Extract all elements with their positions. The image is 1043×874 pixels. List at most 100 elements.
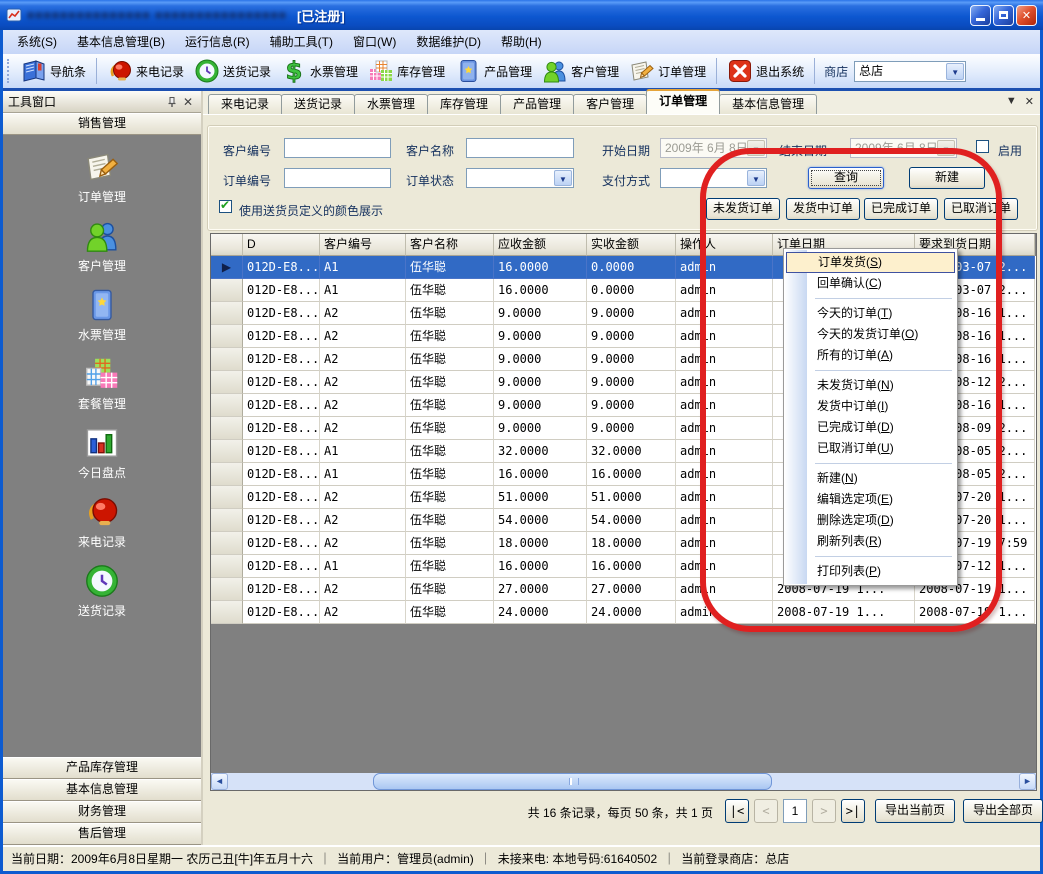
maximize-button[interactable]: [993, 5, 1014, 26]
sidebar-item-combo-grid[interactable]: 套餐管理: [3, 356, 201, 412]
query-button[interactable]: 查询: [808, 167, 884, 189]
prev-page-button[interactable]: <: [754, 799, 778, 823]
row-selector[interactable]: [211, 555, 243, 578]
end-date-picker[interactable]: 2009年 6月 8日 ▼: [850, 138, 957, 158]
toolbar-button-customers[interactable]: 客户管理: [537, 56, 624, 86]
row-selector[interactable]: [211, 578, 243, 601]
cancelled-orders-button[interactable]: 已取消订单: [944, 198, 1018, 220]
row-selector[interactable]: [211, 348, 243, 371]
tab-5[interactable]: 客户管理: [573, 94, 647, 114]
toolbar-button-order-pen[interactable]: 订单管理: [624, 56, 711, 86]
context-menu-item-14[interactable]: 删除选定项(D): [785, 510, 956, 531]
row-selector[interactable]: [211, 509, 243, 532]
completed-orders-button[interactable]: 已完成订单: [864, 198, 938, 220]
tab-list-dropdown-icon[interactable]: ▼: [1006, 95, 1017, 108]
page-number-input[interactable]: [783, 799, 807, 823]
horizontal-scrollbar[interactable]: ◄ ►: [211, 773, 1036, 790]
context-menu-item-8[interactable]: 发货中订单(I): [785, 396, 956, 417]
menubar-item-4[interactable]: 窗口(W): [343, 31, 406, 53]
sidebar-item-chart[interactable]: 今日盘点: [3, 425, 201, 481]
context-menu-item-15[interactable]: 刷新列表(R): [785, 531, 956, 552]
tab-close-icon[interactable]: ✕: [1025, 95, 1034, 108]
toolbar-button-bell[interactable]: 来电记录: [102, 56, 189, 86]
context-menu-item-1[interactable]: 回单确认(C): [785, 273, 956, 294]
column-header-received-amount[interactable]: 实收金额: [587, 234, 676, 256]
context-menu-item-3[interactable]: 今天的订单(T): [785, 303, 956, 324]
tab-4[interactable]: 产品管理: [500, 94, 574, 114]
column-header-operator[interactable]: 操作人: [676, 234, 773, 256]
row-selector[interactable]: [211, 371, 243, 394]
context-menu-item-5[interactable]: 所有的订单(A): [785, 345, 956, 366]
sidebar-item-customers[interactable]: 客户管理: [3, 218, 201, 274]
row-selector[interactable]: [211, 325, 243, 348]
tab-1[interactable]: 送货记录: [281, 94, 355, 114]
scroll-right-icon[interactable]: ►: [1019, 773, 1036, 790]
shipping-orders-button[interactable]: 发货中订单: [786, 198, 860, 220]
customer-code-input[interactable]: [284, 138, 391, 158]
order-state-select[interactable]: ▼: [466, 168, 574, 188]
shop-combobox[interactable]: 总店 ▼: [854, 61, 966, 82]
tab-7[interactable]: 基本信息管理: [719, 94, 817, 114]
sidebar-item-bell[interactable]: 来电记录: [3, 494, 201, 550]
tab-3[interactable]: 库存管理: [427, 94, 501, 114]
row-selector[interactable]: [211, 302, 243, 325]
sidebar-section-1[interactable]: 基本信息管理: [3, 779, 201, 801]
row-selector[interactable]: [211, 417, 243, 440]
tab-2[interactable]: 水票管理: [354, 94, 428, 114]
toolbar-button-clock[interactable]: 送货记录: [189, 56, 276, 86]
menubar-item-2[interactable]: 运行信息(R): [175, 31, 260, 53]
toolbar-button-exit[interactable]: 退出系统: [722, 56, 809, 86]
close-icon[interactable]: ✕: [180, 94, 196, 110]
sidebar-item-clock[interactable]: 送货记录: [3, 563, 201, 619]
scrollbar-track[interactable]: [228, 773, 1019, 790]
enable-date-checkbox[interactable]: [976, 140, 989, 153]
context-menu-item-9[interactable]: 已完成订单(D): [785, 417, 956, 438]
menubar-item-1[interactable]: 基本信息管理(B): [67, 31, 175, 53]
context-menu-item-4[interactable]: 今天的发货订单(O): [785, 324, 956, 345]
scroll-left-icon[interactable]: ◄: [211, 773, 228, 790]
not-shipped-orders-button[interactable]: 未发货订单: [706, 198, 780, 220]
order-code-input[interactable]: [284, 168, 391, 188]
toolbar-button-product-box[interactable]: 产品管理: [450, 56, 537, 86]
row-selector[interactable]: [211, 601, 243, 624]
last-page-button[interactable]: >|: [841, 799, 865, 823]
toolbar-button-inventory-grid[interactable]: 库存管理: [363, 56, 450, 86]
new-button[interactable]: 新建: [909, 167, 985, 189]
row-selector[interactable]: [211, 486, 243, 509]
sidebar-section-3[interactable]: 售后管理: [3, 823, 201, 845]
menubar-item-0[interactable]: 系统(S): [7, 31, 67, 53]
sidebar-section-sales[interactable]: 销售管理: [3, 113, 201, 135]
toolbar-button-nav-book[interactable]: 导航条: [16, 56, 91, 86]
sidebar-item-order-pen[interactable]: 订单管理: [3, 149, 201, 205]
sidebar-item-water-card[interactable]: 水票管理: [3, 287, 201, 343]
chevron-down-icon[interactable]: ▼: [946, 63, 964, 80]
toolbar-button-dollar[interactable]: $水票管理: [276, 56, 363, 86]
row-selector[interactable]: [211, 463, 243, 486]
row-selector[interactable]: [211, 279, 243, 302]
column-header-receivable-amount[interactable]: 应收金额: [494, 234, 587, 256]
pin-icon[interactable]: [164, 94, 180, 110]
pay-method-select[interactable]: ▼: [660, 168, 767, 188]
next-page-button[interactable]: >: [812, 799, 836, 823]
column-header-selector[interactable]: [211, 234, 243, 256]
row-selector[interactable]: [211, 440, 243, 463]
scrollbar-thumb[interactable]: [373, 773, 772, 790]
export-current-page-button[interactable]: 导出当前页: [875, 799, 955, 823]
color-display-checkbox[interactable]: [219, 200, 232, 213]
context-menu-item-7[interactable]: 未发货订单(N): [785, 375, 956, 396]
menubar-item-3[interactable]: 辅助工具(T): [260, 31, 343, 53]
first-page-button[interactable]: |<: [725, 799, 749, 823]
sidebar-section-2[interactable]: 财务管理: [3, 801, 201, 823]
column-header-id[interactable]: D: [243, 234, 320, 256]
row-selector[interactable]: [211, 532, 243, 555]
table-row[interactable]: 012D-E8...A2伍华聪24.000024.0000admin2008-0…: [211, 601, 1036, 624]
menubar-item-6[interactable]: 帮助(H): [491, 31, 552, 53]
column-header-customer-name[interactable]: 客户名称: [406, 234, 494, 256]
context-menu-item-17[interactable]: 打印列表(P): [785, 561, 956, 582]
context-menu-item-0[interactable]: 订单发货(S): [786, 252, 955, 273]
context-menu-item-12[interactable]: 新建(N): [785, 468, 956, 489]
customer-name-input[interactable]: [466, 138, 574, 158]
column-header-customer-code[interactable]: 客户编号: [320, 234, 406, 256]
close-button[interactable]: ✕: [1016, 5, 1037, 26]
context-menu-item-10[interactable]: 已取消订单(U): [785, 438, 956, 459]
